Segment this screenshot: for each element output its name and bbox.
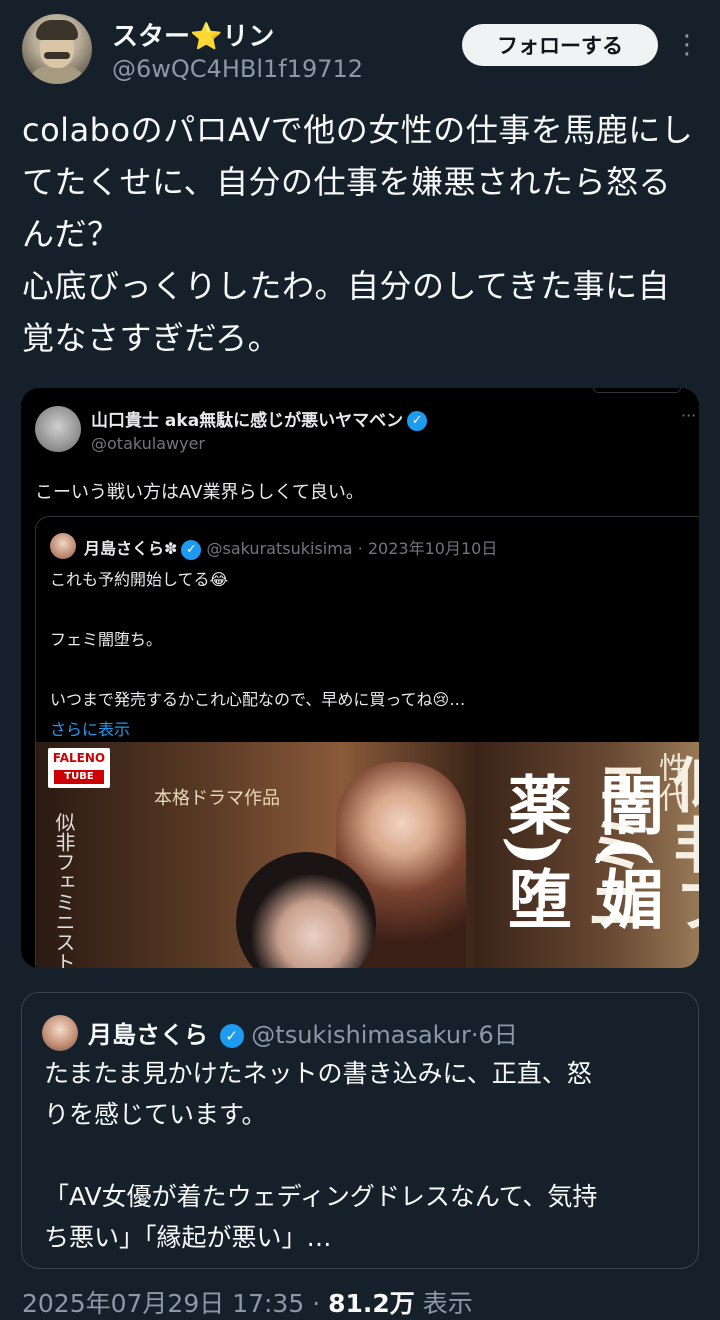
post-timestamp[interactable]: 2025年07月29日 17:35 (22, 1289, 304, 1318)
follow-button[interactable]: フォローする (462, 24, 658, 66)
quote-author-handle: @otakulawyer (91, 434, 206, 453)
quoted-line: たまたま見かけたネットの書き込みに、正直、怒 (44, 1059, 592, 1088)
tweet-header: スター⭐リン @6wQC4HBl1f19712 フォローする ⋮ (0, 0, 720, 100)
separator: · (312, 1289, 321, 1318)
quoted-tweet[interactable]: 月島さくら ✓ @tsukishimasakur·6日 たまたま見かけたネットの… (21, 992, 699, 1269)
verified-badge-icon: ✓ (407, 411, 428, 431)
quoted-author-name: 月島さくら (88, 1021, 208, 1049)
inner-tweet-header: 月島さくら✽ ✓ @sakuratsukisima · 2023年10月10日 (84, 535, 497, 560)
tweet-text: colaboのパロAVで他の女性の仕事を馬鹿にし てたくせに、自分の仕事を嫌悪さ… (22, 104, 702, 364)
quoted-line (44, 1135, 694, 1176)
inner-tweet-text: これも予約開始してる😂 フェミ闇堕ち。 いつまで発売するかこれ心配なので、早めに… (50, 565, 690, 745)
show-more-link: さらに表示 (50, 720, 131, 739)
quoted-tweet-header: 月島さくら ✓ @tsukishimasakur·6日 (88, 1015, 518, 1050)
separator: · (470, 1021, 479, 1049)
verified-badge-icon: ✓ (219, 1024, 244, 1048)
inner-author-handle: @sakuratsukisima (206, 539, 353, 558)
inner-author-avatar (50, 533, 76, 559)
more-options-icon[interactable]: ⋮ (674, 32, 700, 62)
faleno-logo: FALENO TUBE (48, 748, 110, 788)
quote-text: こーいう戦い方はAV業界らしくて良い。 (35, 482, 364, 503)
inner-line (50, 655, 690, 685)
quoted-author-avatar (42, 1015, 78, 1051)
separator: · (357, 539, 363, 558)
tweet-line: 心底びっくりしたわ。自分のしてきた事に自 (22, 267, 671, 305)
quoted-line: 「AV女優が着たウェディングドレスなんて、気持 (44, 1182, 598, 1211)
inner-date: 2023年10月10日 (367, 539, 498, 558)
card-top-edge (593, 388, 681, 393)
promo-vertical-text: 似非フェミニスト (52, 812, 76, 968)
verified-badge-icon: ✓ (181, 539, 202, 560)
inner-line (50, 595, 690, 625)
quoted-line: ち悪い」「縁起が悪い」… (44, 1223, 332, 1252)
quoted-tweet-text: たまたま見かけたネットの書き込みに、正直、怒 りを感じています。 「AV女優が着… (44, 1053, 694, 1258)
author-display-name[interactable]: スター⭐リン (112, 16, 274, 53)
tweet-line: てたくせに、自分の仕事を嫌悪されたら怒る (22, 163, 672, 201)
view-count: 81.2万 (328, 1289, 415, 1318)
promo-vertical-text: 闇(媚薬)堕 (497, 772, 664, 931)
author-handle[interactable]: @6wQC4HBl1f19712 (112, 55, 363, 83)
tweet-line: colaboのパロAVで他の女性の仕事を馬鹿にし (22, 111, 694, 149)
inner-line: これも予約開始してる😂 (50, 570, 229, 589)
quoted-line: りを感じています。 (44, 1100, 267, 1129)
promo-subtitle: 本格ドラマ作品 (154, 788, 280, 809)
quote-author-name: 山口貴士 aka無駄に感じが悪いヤマベン ✓ (91, 406, 428, 431)
inner-quoted-tweet: 月島さくら✽ ✓ @sakuratsukisima · 2023年10月10日 こ… (35, 516, 699, 968)
quote-author-avatar (35, 406, 81, 452)
promo-image: FALENOTUBE 本格ドラマ作品 一般社団法人女性代 似非フェミニ 闇(媚薬… (36, 742, 699, 968)
tweet-meta: 2025年07月29日 17:35 · 81.2万 表示 (22, 1284, 473, 1320)
view-count-label: 表示 (422, 1289, 473, 1318)
quoted-date: 6日 (478, 1021, 518, 1049)
inner-author-name: 月島さくら✽ (84, 539, 178, 558)
inner-line: いつまで発売するかこれ心配なので、早めに買ってね😢… (50, 690, 466, 709)
inner-line: フェミ闇堕ち。 (50, 630, 163, 649)
tweet-line: んだ？ (22, 215, 120, 253)
quote-more-icon: ··· (681, 406, 697, 425)
quoted-author-handle: @tsukishimasakur (251, 1021, 471, 1049)
attached-image[interactable]: 山口貴士 aka無駄に感じが悪いヤマベン ✓ @otakulawyer ··· こ… (21, 388, 699, 968)
tweet-line: 覚なさすぎだろ。 (22, 319, 281, 357)
author-avatar[interactable] (22, 14, 92, 84)
